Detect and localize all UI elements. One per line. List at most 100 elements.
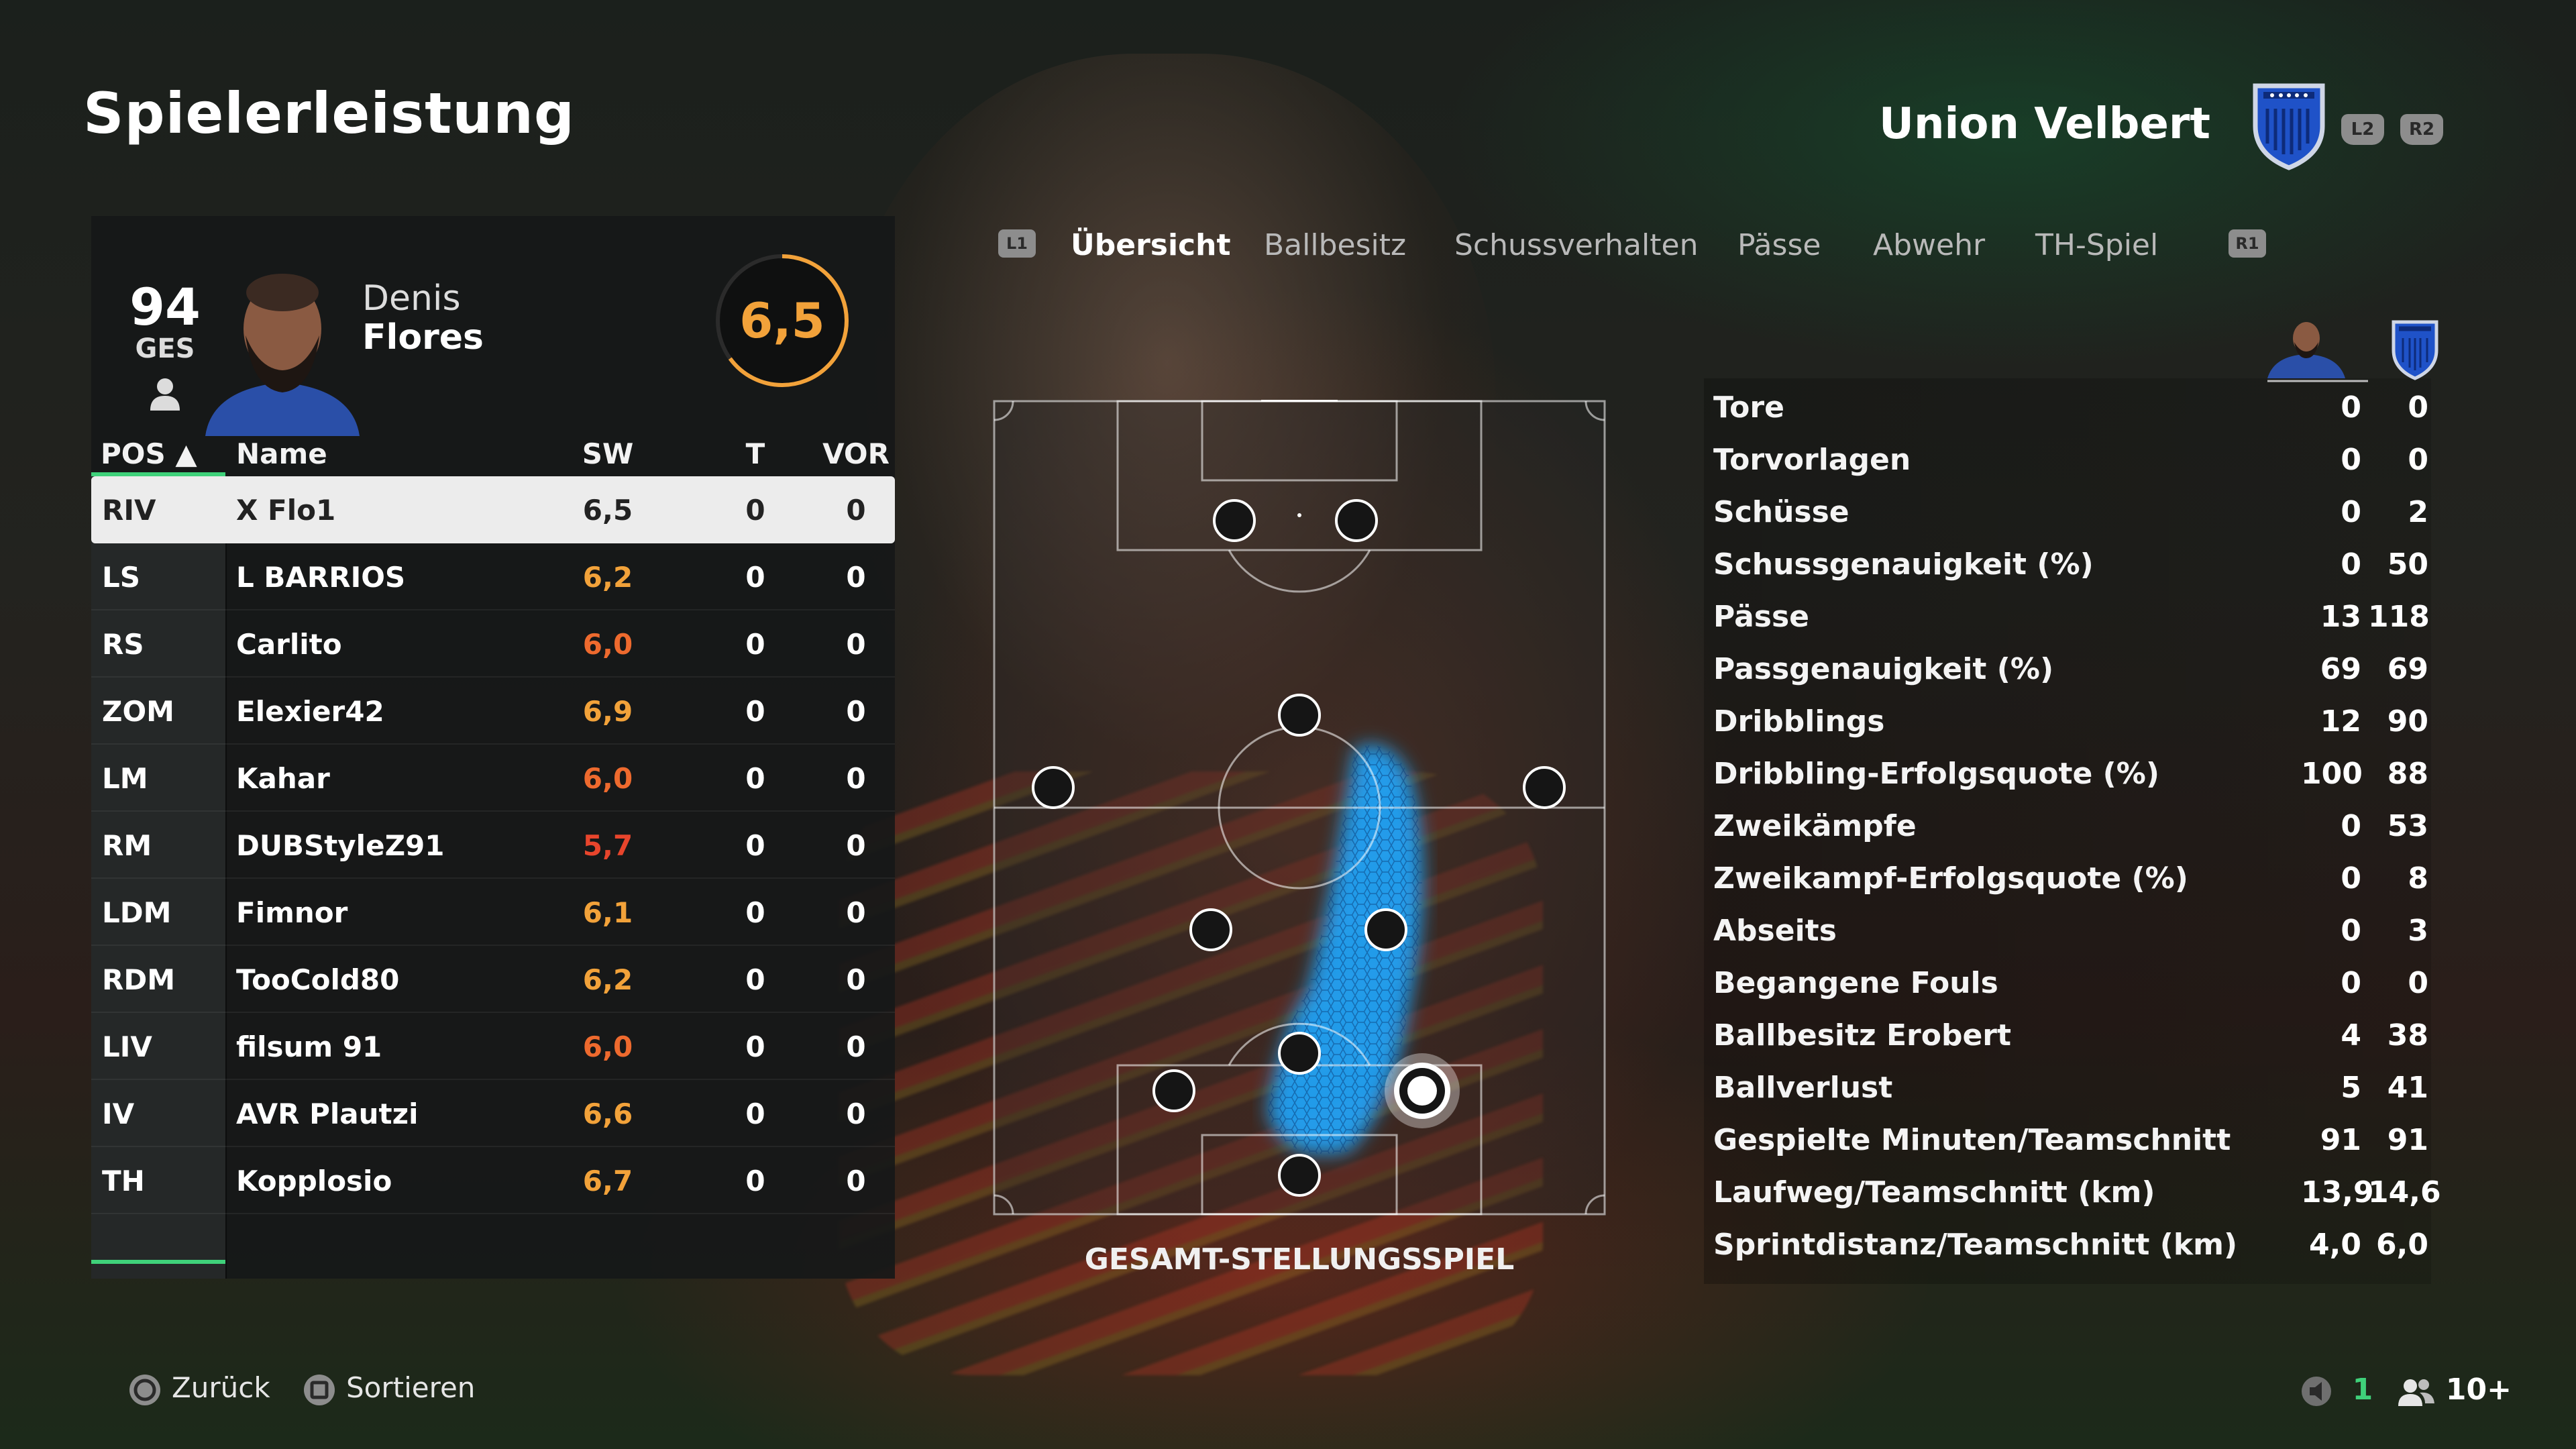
row-assists: 0 bbox=[846, 896, 866, 929]
table-row[interactable]: RIV X Flo1 6,5 0 0 bbox=[91, 476, 895, 543]
row-position: ZOM bbox=[102, 695, 174, 728]
stat-team-value: 90 bbox=[2387, 704, 2428, 739]
l2-button[interactable]: L2 bbox=[2341, 114, 2384, 145]
stat-row: Gespielte Minuten/Teamschnitt 91 91 bbox=[1711, 1118, 2428, 1170]
row-player-name: DUBStyleZ91 bbox=[236, 829, 445, 862]
r2-button[interactable]: R2 bbox=[2400, 114, 2443, 145]
row-goals: 0 bbox=[745, 494, 765, 527]
stat-team-value: 91 bbox=[2387, 1123, 2428, 1157]
row-player-name: Fimnor bbox=[236, 896, 348, 929]
row-assists: 0 bbox=[846, 1097, 866, 1130]
row-assists: 0 bbox=[846, 963, 866, 996]
stat-team-value: 38 bbox=[2387, 1018, 2428, 1053]
table-row[interactable]: RDM TooCold80 6,2 0 0 bbox=[91, 946, 895, 1013]
row-goals: 0 bbox=[745, 628, 765, 661]
table-row[interactable]: TH Kopplosio 6,7 0 0 bbox=[91, 1147, 895, 1214]
status-bar: 1 10+ bbox=[2300, 1373, 2512, 1407]
row-position: RM bbox=[102, 829, 152, 862]
tab-uebersicht[interactable]: Übersicht bbox=[1071, 228, 1230, 262]
stat-team-value: 118 bbox=[2368, 600, 2430, 634]
stat-player-value: 0 bbox=[2341, 390, 2361, 425]
stat-label: Ballbesitz Erobert bbox=[1713, 1018, 2012, 1053]
row-position: LS bbox=[102, 561, 141, 594]
table-row[interactable]: LS L BARRIOS 6,2 0 0 bbox=[91, 543, 895, 610]
stat-row: Ballbesitz Erobert 4 38 bbox=[1711, 1013, 2428, 1065]
row-assists: 0 bbox=[846, 494, 866, 527]
stat-player-value: 12 bbox=[2320, 704, 2361, 739]
stat-player-value: 4 bbox=[2341, 1018, 2361, 1053]
row-position: RIV bbox=[102, 494, 156, 527]
stat-player-value: 4,0 bbox=[2309, 1228, 2361, 1262]
circle-button-icon bbox=[129, 1374, 160, 1405]
sort-control[interactable]: Sortieren bbox=[302, 1371, 475, 1407]
table-row[interactable]: LDM Fimnor 6,1 0 0 bbox=[91, 879, 895, 946]
row-position: LDM bbox=[102, 896, 172, 929]
player-dot bbox=[1278, 1154, 1321, 1197]
r1-button[interactable]: R1 bbox=[2229, 229, 2266, 258]
player-dot bbox=[1364, 908, 1407, 951]
stat-label: Torvorlagen bbox=[1713, 443, 1911, 477]
table-row[interactable]: RS Carlito 6,0 0 0 bbox=[91, 610, 895, 678]
row-player-name: Kopplosio bbox=[236, 1165, 392, 1197]
table-row[interactable]: LM Kahar 6,0 0 0 bbox=[91, 745, 895, 812]
stat-team-value: 3 bbox=[2408, 914, 2428, 948]
tab-paesse[interactable]: Pässe bbox=[1737, 228, 1821, 262]
stat-team-value: 69 bbox=[2387, 652, 2428, 686]
stat-row: Dribblings 12 90 bbox=[1711, 699, 2428, 751]
player-avatar-icon bbox=[2267, 322, 2368, 382]
player-rows: RIV X Flo1 6,5 0 0 LS L BARRIOS 6,2 0 0 RS Carlito 6… bbox=[91, 476, 895, 1214]
stat-player-value: 0 bbox=[2341, 966, 2361, 1000]
header-name[interactable]: Name bbox=[236, 437, 327, 470]
stat-team-value: 53 bbox=[2387, 809, 2428, 843]
back-control[interactable]: Zurück bbox=[127, 1371, 270, 1407]
row-position: TH bbox=[102, 1165, 145, 1197]
player-name: Denis Flores bbox=[362, 279, 484, 357]
player-dot bbox=[1032, 766, 1075, 809]
stat-row: Dribbling-Erfolgsquote (%) 100 88 bbox=[1711, 751, 2428, 804]
tab-th-spiel[interactable]: TH-Spiel bbox=[2035, 228, 2158, 262]
row-rating: 6,0 bbox=[582, 1030, 633, 1063]
table-row[interactable]: RM DUBStyleZ91 5,7 0 0 bbox=[91, 812, 895, 879]
table-row[interactable]: IV AVR Plautzi 6,6 0 0 bbox=[91, 1080, 895, 1147]
row-assists: 0 bbox=[846, 1165, 866, 1197]
tab-abwehr[interactable]: Abwehr bbox=[1873, 228, 1985, 262]
row-rating: 6,6 bbox=[582, 1097, 633, 1130]
position-heatmap-pitch bbox=[993, 400, 1606, 1216]
stat-label: Tore bbox=[1713, 390, 1784, 425]
player-dot bbox=[1278, 1032, 1321, 1075]
row-position: IV bbox=[102, 1097, 135, 1130]
player-dot bbox=[1278, 694, 1321, 737]
player-rating: 6,5 bbox=[714, 252, 851, 389]
row-rating: 6,1 bbox=[582, 896, 633, 929]
row-assists: 0 bbox=[846, 561, 866, 594]
header-pos[interactable]: POS ▲ bbox=[101, 437, 197, 470]
player-dot bbox=[1152, 1069, 1195, 1112]
stat-row: Sprintdistanz/Teamschnitt (km) 4,0 6,0 bbox=[1711, 1222, 2428, 1275]
page-title: Spielerleistung bbox=[83, 80, 576, 146]
stat-player-value: 69 bbox=[2320, 652, 2361, 686]
row-rating: 6,5 bbox=[582, 494, 633, 527]
stat-row: Zweikampf-Erfolgsquote (%) 0 8 bbox=[1711, 856, 2428, 908]
player-portrait bbox=[205, 274, 360, 436]
team-name: Union Velbert bbox=[1878, 99, 2210, 149]
table-row[interactable]: ZOM Elexier42 6,9 0 0 bbox=[91, 678, 895, 745]
row-goals: 0 bbox=[745, 829, 765, 862]
mic-muted-icon bbox=[2302, 1377, 2332, 1406]
l1-button[interactable]: L1 bbox=[998, 229, 1036, 258]
stat-player-value: 0 bbox=[2341, 547, 2361, 582]
tab-ballbesitz[interactable]: Ballbesitz bbox=[1264, 228, 1406, 262]
stat-row: Abseits 0 3 bbox=[1711, 908, 2428, 961]
header-sw[interactable]: SW bbox=[561, 437, 655, 470]
row-goals: 0 bbox=[745, 762, 765, 795]
tab-schussverhalten[interactable]: Schussverhalten bbox=[1454, 228, 1698, 262]
header-t[interactable]: T bbox=[735, 437, 775, 470]
table-row[interactable]: LIV filsum 91 6,0 0 0 bbox=[91, 1013, 895, 1080]
stat-team-value: 8 bbox=[2408, 861, 2428, 896]
stat-player-value: 13,9 bbox=[2301, 1175, 2374, 1210]
stat-label: Dribbling-Erfolgsquote (%) bbox=[1713, 757, 2159, 791]
stat-label: Passgenauigkeit (%) bbox=[1713, 652, 2054, 686]
stat-label: Gespielte Minuten/Teamschnitt bbox=[1713, 1123, 2231, 1157]
header-vor[interactable]: VOR bbox=[822, 437, 890, 470]
stat-label: Abseits bbox=[1713, 914, 1837, 948]
row-player-name: X Flo1 bbox=[236, 494, 336, 527]
